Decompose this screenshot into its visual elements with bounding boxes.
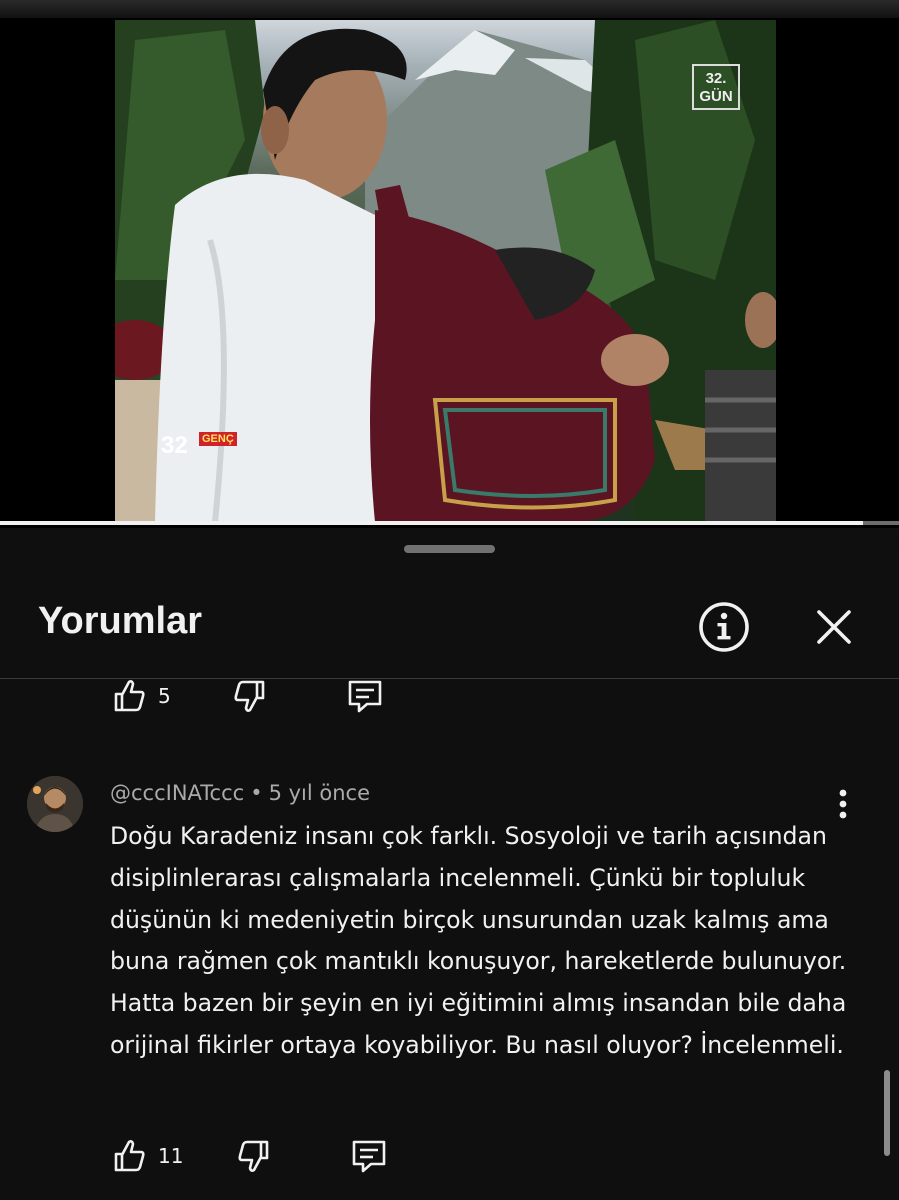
video-scene [115, 20, 776, 522]
like-count: 5 [158, 684, 171, 708]
video-progress-fill [0, 521, 864, 525]
comment-text: Doğu Karadeniz insanı çok farklı. Sosyol… [110, 822, 847, 1059]
scrollbar[interactable] [884, 1070, 890, 1156]
header-divider [0, 678, 899, 679]
prev-comment-actions: 5 [108, 680, 385, 716]
thumbs-up-icon [114, 1140, 145, 1172]
watermark-number: 32 [161, 432, 188, 459]
thumbs-down-icon [238, 1140, 269, 1172]
thumbs-up-icon [114, 680, 145, 712]
reply-comment-icon [348, 680, 382, 713]
video-frame[interactable]: 32. GÜN 32 GENÇ [115, 20, 776, 522]
comment-time: 5 yıl önce [268, 781, 371, 805]
watermark-tag: GENÇ [199, 432, 237, 446]
close-button[interactable] [806, 600, 862, 654]
avatar[interactable] [27, 776, 83, 832]
comments-panel: Yorumlar 5 @cccINATccc • 5 yıl önce Doğu… [0, 528, 899, 1200]
thumbs-down-icon [234, 680, 265, 712]
video-player[interactable]: 32. GÜN 32 GENÇ [0, 0, 899, 528]
dislike-button[interactable] [235, 1136, 275, 1176]
reply-button[interactable] [345, 680, 385, 716]
video-progress-bar[interactable] [0, 521, 899, 525]
like-count: 11 [158, 1144, 184, 1168]
comment-actions: 11 [108, 1136, 389, 1176]
channel-watermark-bottom: 32 GENÇ [161, 432, 237, 460]
info-circle-icon [699, 602, 749, 652]
reply-button[interactable] [349, 1136, 389, 1176]
dislike-button[interactable] [231, 680, 271, 716]
close-icon [817, 610, 851, 644]
reply-comment-icon [353, 1140, 386, 1173]
info-button[interactable] [697, 600, 751, 654]
panel-title: Yorumlar [38, 600, 203, 642]
meta-separator: • [250, 781, 263, 805]
drag-handle[interactable] [404, 545, 495, 553]
comment-meta: @cccINATccc • 5 yıl önce [110, 781, 370, 805]
avatar-image [27, 776, 83, 832]
like-button[interactable]: 11 [108, 1136, 183, 1176]
status-bar [0, 0, 899, 18]
channel-watermark-logo: 32. GÜN [692, 64, 740, 110]
comment-author[interactable]: @cccINATccc [110, 781, 244, 805]
like-button[interactable]: 5 [108, 680, 171, 716]
